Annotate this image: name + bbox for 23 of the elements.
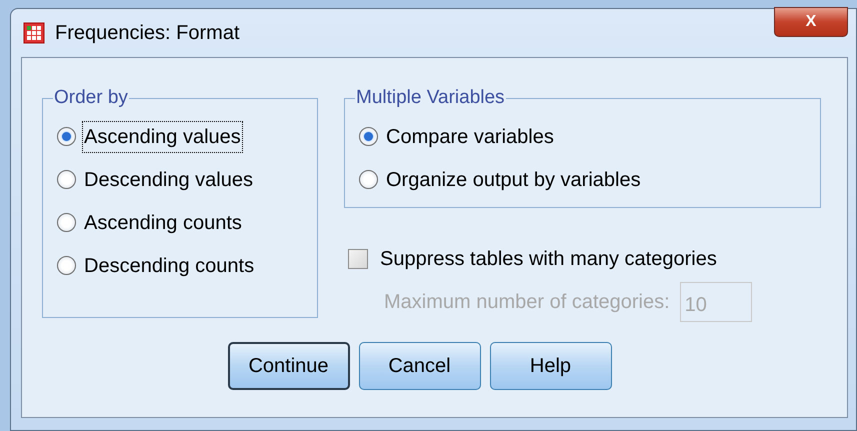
radio-button[interactable] — [57, 213, 76, 232]
group-title: Multiple Variables — [355, 86, 506, 110]
radio-label[interactable]: Organize output by variables — [384, 164, 643, 196]
dialog-button[interactable]: Continue — [228, 342, 350, 390]
group-title: Order by — [53, 86, 129, 110]
window-title: Frequencies: Format — [55, 21, 240, 46]
radio-button[interactable] — [57, 127, 76, 146]
table-icon — [23, 22, 45, 44]
radio-button[interactable] — [57, 256, 76, 275]
radio-label[interactable]: Ascending counts — [82, 206, 244, 238]
radio-button[interactable] — [57, 170, 76, 189]
close-button[interactable]: X — [774, 7, 848, 37]
checkbox-label[interactable]: Suppress tables with many categories — [380, 244, 717, 274]
radio-label[interactable]: Ascending values — [82, 120, 243, 152]
radio-label[interactable]: Descending counts — [82, 250, 256, 282]
checkbox[interactable] — [348, 249, 368, 269]
radio-button[interactable] — [359, 170, 378, 189]
field-label: Maximum number of categories: — [384, 290, 670, 315]
radio-label[interactable]: Compare variables — [384, 120, 556, 152]
radio-label[interactable]: Descending values — [82, 164, 255, 196]
dialog-button[interactable]: Help — [490, 342, 612, 390]
radio-button[interactable] — [359, 127, 378, 146]
dialog-button[interactable]: Cancel — [358, 342, 480, 390]
